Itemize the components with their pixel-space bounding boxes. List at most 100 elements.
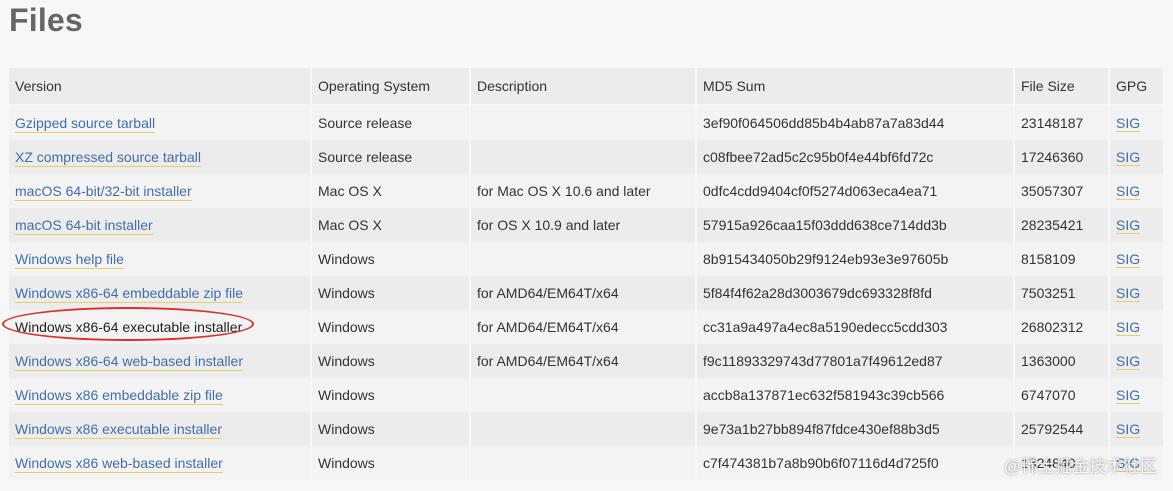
file-size-cell: 28235421 [1013,208,1109,242]
gpg-cell: SIG [1108,105,1163,140]
version-cell: macOS 64-bit/32-bit installer [9,174,311,208]
os-cell: Windows [310,446,470,480]
file-size-cell: 1363000 [1013,344,1109,378]
description-cell [469,412,696,446]
table-row: Windows help file Windows 8b915434050b29… [9,242,1163,276]
version-link[interactable]: Windows x86 embeddable zip file [15,387,223,405]
description-cell [469,140,696,174]
sig-link[interactable]: SIG [1116,285,1141,302]
version-link[interactable]: macOS 64-bit installer [15,217,153,235]
file-size-cell: 25792544 [1013,412,1109,446]
table-row: Gzipped source tarball Source release 3e… [9,105,1163,140]
gpg-cell: SIG [1108,242,1163,276]
files-table: Version Operating System Description MD5… [9,68,1163,480]
header-gpg: GPG [1108,68,1163,106]
md5-cell: 57915a926caa15f03ddd638ce714dd3b [695,208,1014,242]
version-cell: Windows x86-64 web-based installer [9,344,311,378]
description-cell [469,105,696,140]
table-row: Windows x86 web-based installer Windows … [9,446,1163,480]
version-link-highlighted[interactable]: Windows x86-64 executable installer [15,319,242,336]
sig-link[interactable]: SIG [1116,319,1141,336]
sig-link[interactable]: SIG [1116,183,1141,200]
file-size-cell: 6747070 [1013,378,1109,412]
table-row: XZ compressed source tarball Source rele… [9,140,1163,174]
description-cell: for AMD64/EM64T/x64 [469,276,696,310]
os-cell: Source release [310,140,470,174]
version-link[interactable]: XZ compressed source tarball [15,149,201,167]
file-size-cell: 26802312 [1013,310,1109,344]
version-link[interactable]: Gzipped source tarball [15,115,156,133]
version-cell: Windows help file [9,242,311,276]
os-cell: Source release [310,105,470,140]
os-cell: Windows [310,310,470,344]
description-cell [469,378,696,412]
description-cell [469,446,696,480]
os-cell: Windows [310,412,470,446]
version-link[interactable]: Windows x86 web-based installer [15,455,223,473]
sig-link[interactable]: SIG [1116,387,1141,404]
table-row: Windows x86-64 web-based installer Windo… [9,344,1163,378]
md5-cell: 8b915434050b29f9124eb93e3e97605b [695,242,1014,276]
table-row: macOS 64-bit/32-bit installer Mac OS X f… [9,174,1163,208]
table-header-row: Version Operating System Description MD5… [9,68,1163,106]
md5-cell: f9c11893329743d77801a7f49612ed87 [695,344,1014,378]
md5-cell: 0dfc4cdd9404cf0f5274d063eca4ea71 [695,174,1014,208]
os-cell: Windows [310,242,470,276]
sig-link[interactable]: SIG [1116,217,1141,234]
file-size-cell: 7503251 [1013,276,1109,310]
version-link[interactable]: macOS 64-bit/32-bit installer [15,183,192,201]
os-cell: Windows [310,378,470,412]
md5-cell: 3ef90f064506dd85b4b4ab87a7a83d44 [695,105,1014,140]
md5-cell: 5f84f4f62a28d3003679dc693328f8fd [695,276,1014,310]
md5-cell: c7f474381b7a8b90b6f07116d4d725f0 [695,446,1014,480]
sig-link[interactable]: SIG [1116,251,1141,268]
version-cell: Windows x86 embeddable zip file [9,378,311,412]
os-cell: Windows [310,344,470,378]
file-size-cell: 1324840 [1013,446,1109,480]
md5-cell: cc31a9a497a4ec8a5190edecc5cdd303 [695,310,1014,344]
version-cell: Windows x86 web-based installer [9,446,311,480]
table-row: Windows x86-64 executable installer Wind… [9,310,1163,344]
page-title: Files [9,2,83,38]
header-file-size: File Size [1013,68,1109,106]
description-cell: for Mac OS X 10.6 and later [469,174,696,208]
version-cell: Windows x86-64 embeddable zip file [9,276,311,310]
file-size-cell: 35057307 [1013,174,1109,208]
table-row: Windows x86 embeddable zip file Windows … [9,378,1163,412]
sig-link[interactable]: SIG [1116,149,1141,166]
file-size-cell: 17246360 [1013,140,1109,174]
description-cell [469,242,696,276]
os-cell: Mac OS X [310,208,470,242]
version-link[interactable]: Windows help file [15,251,124,269]
sig-link[interactable]: SIG [1116,455,1141,472]
gpg-cell: SIG [1108,378,1163,412]
gpg-cell: SIG [1108,344,1163,378]
sig-link[interactable]: SIG [1116,421,1141,438]
sig-link[interactable]: SIG [1116,353,1141,370]
os-cell: Mac OS X [310,174,470,208]
gpg-cell: SIG [1108,276,1163,310]
gpg-cell: SIG [1108,310,1163,344]
version-cell: XZ compressed source tarball [9,140,311,174]
table-row: Windows x86-64 embeddable zip file Windo… [9,276,1163,310]
version-cell: Windows x86-64 executable installer [9,310,311,344]
header-operating-system: Operating System [310,68,470,106]
header-md5-sum: MD5 Sum [695,68,1014,106]
md5-cell: 9e73a1b27bb894f87fdce430ef88b3d5 [695,412,1014,446]
table-row: macOS 64-bit installer Mac OS X for OS X… [9,208,1163,242]
version-link[interactable]: Windows x86-64 embeddable zip file [15,285,244,303]
gpg-cell: SIG [1108,140,1163,174]
gpg-cell: SIG [1108,174,1163,208]
version-cell: macOS 64-bit installer [9,208,311,242]
file-size-cell: 23148187 [1013,105,1109,140]
header-version: Version [9,68,311,106]
gpg-cell: SIG [1108,446,1163,480]
md5-cell: c08fbee72ad5c2c95b0f4e44bf6fd72c [695,140,1014,174]
version-cell: Gzipped source tarball [9,105,311,140]
file-size-cell: 8158109 [1013,242,1109,276]
sig-link[interactable]: SIG [1116,115,1141,132]
version-link[interactable]: Windows x86-64 web-based installer [15,353,243,371]
gpg-cell: SIG [1108,412,1163,446]
header-description: Description [469,68,696,106]
version-link[interactable]: Windows x86 executable installer [15,421,222,439]
